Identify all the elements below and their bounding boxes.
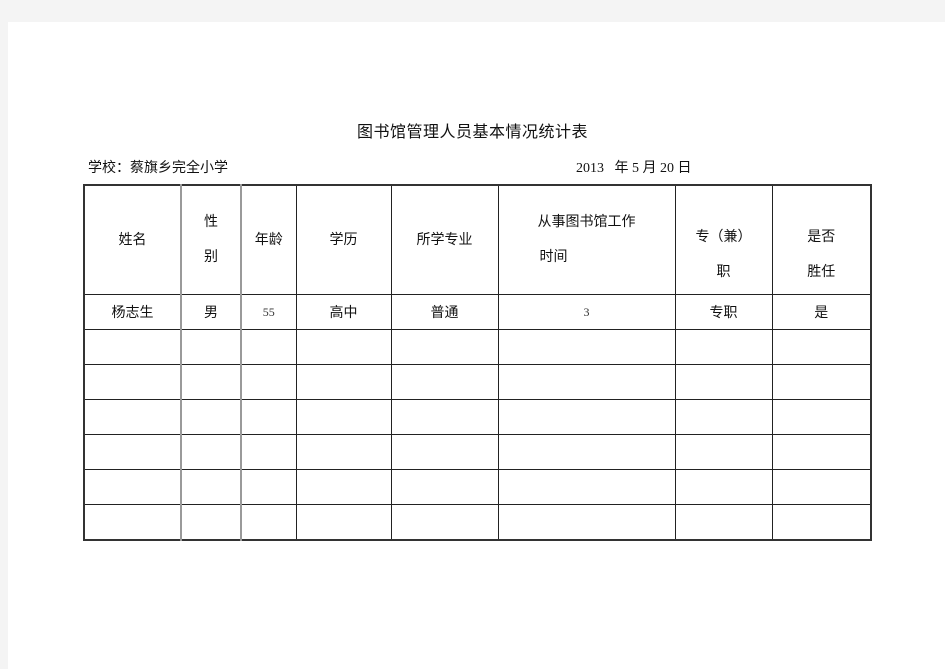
cell-name xyxy=(83,469,182,505)
report-date: 2013 年 5 月 20 日 xyxy=(576,157,692,177)
table-row xyxy=(83,364,872,400)
cell-age xyxy=(240,364,297,400)
header-library-work-time-line1: 从事图书馆工作 xyxy=(537,214,636,230)
cell-gender xyxy=(180,329,242,365)
table-header-row: 姓名 性 别 年龄 学历 所学专业 从事图书馆工作 时间 专（兼） 职 是否 胜… xyxy=(83,184,872,295)
cell-gender xyxy=(180,399,242,435)
header-major-text: 所学专业 xyxy=(416,231,473,248)
cell-major xyxy=(390,504,499,541)
table-row xyxy=(83,504,872,541)
date-day-unit: 日 xyxy=(677,160,692,176)
table-row xyxy=(83,469,872,505)
cell-gender xyxy=(180,504,242,541)
cell-competent xyxy=(771,364,872,400)
cell-education xyxy=(295,364,392,400)
cell-work-time-value: 3 xyxy=(583,305,590,319)
header-fulltime-parttime-line2: 职 xyxy=(716,264,731,280)
header-gender: 性 别 xyxy=(180,184,242,295)
cell-fulltime-parttime xyxy=(674,399,773,435)
cell-fulltime-parttime xyxy=(674,434,773,470)
cell-age-value: 55 xyxy=(262,305,275,319)
cell-competent xyxy=(771,399,872,435)
cell-major xyxy=(390,399,499,435)
table-row: 杨志生 男 55 高中 普通 3 专职 是 xyxy=(83,294,872,330)
cell-work-time xyxy=(497,469,676,505)
cell-competent xyxy=(771,434,872,470)
date-month-unit: 月 xyxy=(642,160,657,176)
header-fulltime-parttime: 专（兼） 职 xyxy=(674,184,773,295)
cell-competent xyxy=(771,329,872,365)
cell-major: 普通 xyxy=(390,294,499,330)
cell-major xyxy=(390,434,499,470)
cell-major xyxy=(390,469,499,505)
cell-education xyxy=(295,399,392,435)
cell-education: 高中 xyxy=(295,294,392,330)
cell-age xyxy=(240,329,297,365)
table-row xyxy=(83,434,872,470)
cell-major xyxy=(390,329,499,365)
cell-age xyxy=(240,399,297,435)
cell-work-time xyxy=(497,364,676,400)
cell-age xyxy=(240,504,297,541)
document-title: 图书馆管理人员基本情况统计表 xyxy=(356,122,588,141)
cell-name xyxy=(83,399,182,435)
header-competent-line1: 是否 xyxy=(807,229,836,245)
header-library-work-time: 从事图书馆工作 时间 xyxy=(497,184,676,295)
date-year: 2013 xyxy=(576,161,604,176)
header-education: 学历 xyxy=(295,184,392,295)
header-fulltime-parttime-line1: 专（兼） xyxy=(695,229,752,245)
header-age-text: 年龄 xyxy=(254,231,283,248)
header-gender-line2: 别 xyxy=(204,249,218,265)
cell-work-time xyxy=(497,399,676,435)
cell-age xyxy=(240,469,297,505)
header-name: 姓名 xyxy=(83,184,182,295)
cell-education xyxy=(295,504,392,541)
header-competent-line2: 胜任 xyxy=(807,264,836,280)
header-competent: 是否 胜任 xyxy=(771,184,872,295)
date-month: 5 xyxy=(632,161,639,176)
cell-fulltime-parttime xyxy=(674,469,773,505)
cell-name: 杨志生 xyxy=(83,294,182,330)
cell-gender xyxy=(180,364,242,400)
cell-fulltime-parttime xyxy=(674,364,773,400)
school-label: 学校：蔡旗乡完全小学 xyxy=(88,160,228,176)
cell-major xyxy=(390,364,499,400)
cell-gender: 男 xyxy=(180,294,242,330)
cell-fulltime-parttime xyxy=(674,504,773,541)
cell-education xyxy=(295,434,392,470)
cell-competent: 是 xyxy=(771,294,872,330)
table-row xyxy=(83,399,872,435)
cell-gender xyxy=(180,469,242,505)
staff-statistics-table: 姓名 性 别 年龄 学历 所学专业 从事图书馆工作 时间 专（兼） 职 是否 胜… xyxy=(83,184,872,541)
header-name-text: 姓名 xyxy=(118,231,147,248)
header-age: 年龄 xyxy=(240,184,297,295)
cell-competent xyxy=(771,469,872,505)
cell-name xyxy=(83,434,182,470)
cell-gender xyxy=(180,434,242,470)
date-year-unit: 年 xyxy=(614,160,629,176)
cell-education xyxy=(295,469,392,505)
cell-fulltime-parttime xyxy=(674,329,773,365)
cell-fulltime-parttime: 专职 xyxy=(674,294,773,330)
header-gender-line1: 性 xyxy=(204,214,218,230)
cell-age xyxy=(240,434,297,470)
header-education-text: 学历 xyxy=(329,231,358,248)
cell-work-time: 3 xyxy=(497,294,676,330)
header-library-work-time-line2: 时间 xyxy=(539,249,568,265)
cell-work-time xyxy=(497,434,676,470)
cell-name xyxy=(83,504,182,541)
cell-age: 55 xyxy=(240,294,297,330)
table-row xyxy=(83,329,872,365)
cell-work-time xyxy=(497,504,676,541)
date-day: 20 xyxy=(660,161,674,176)
cell-education xyxy=(295,329,392,365)
cell-work-time xyxy=(497,329,676,365)
cell-name xyxy=(83,364,182,400)
cell-competent xyxy=(771,504,872,541)
cell-name xyxy=(83,329,182,365)
header-major: 所学专业 xyxy=(390,184,499,295)
